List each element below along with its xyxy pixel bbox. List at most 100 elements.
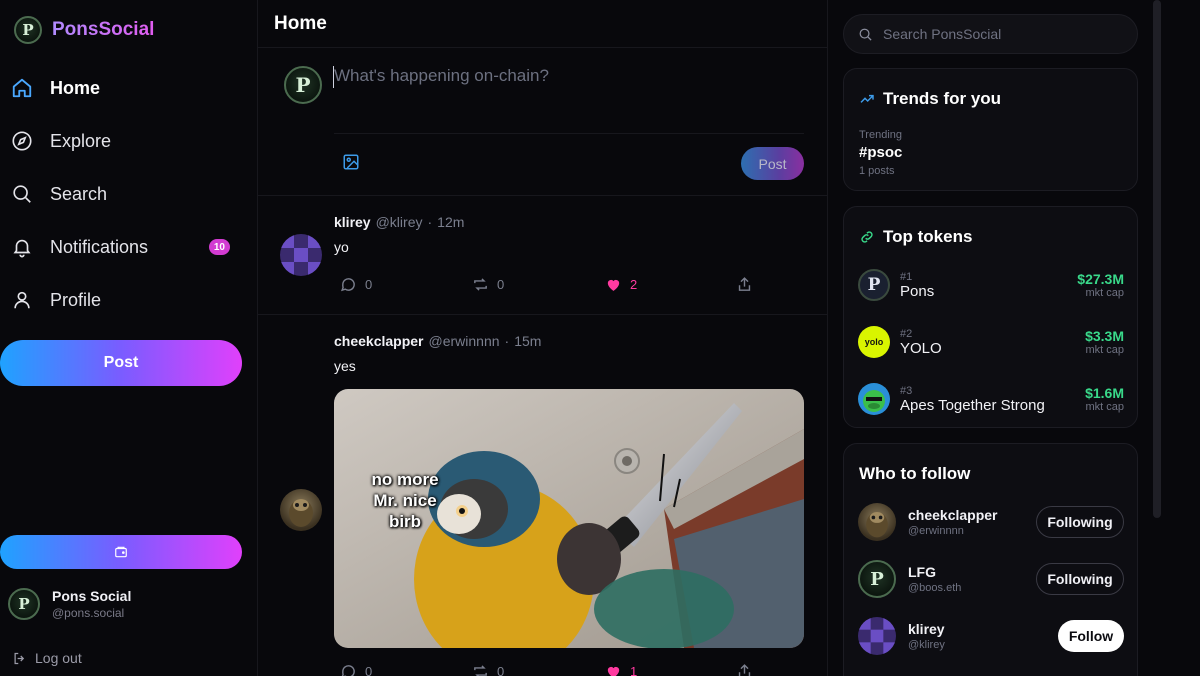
follow-handle: @boos.eth bbox=[908, 582, 962, 594]
nav-label: Explore bbox=[50, 130, 112, 151]
repost-button[interactable]: 0 bbox=[472, 663, 504, 676]
post-time: 15m bbox=[514, 333, 542, 349]
trend-tag: #psoc bbox=[859, 144, 903, 161]
post-card[interactable]: klirey @klirey · 12m yo 0 0 2 bbox=[258, 196, 828, 314]
follow-suggestion[interactable]: P LFG @boos.eth Following bbox=[858, 559, 1124, 599]
dot-separator: · bbox=[504, 333, 510, 349]
link-icon bbox=[859, 229, 875, 245]
header-divider bbox=[258, 47, 828, 48]
share-icon bbox=[736, 663, 753, 676]
user-icon bbox=[10, 288, 34, 312]
post-text: yes bbox=[334, 358, 356, 374]
nav-item-explore[interactable]: Explore bbox=[10, 121, 240, 161]
follow-handle: @klirey bbox=[908, 639, 945, 651]
token-name: YOLO bbox=[900, 339, 942, 357]
share-icon bbox=[736, 276, 753, 293]
token-logo bbox=[858, 383, 890, 415]
trend-item[interactable]: Trending #psoc 1 posts bbox=[859, 129, 902, 177]
token-cap-label: mkt cap bbox=[1085, 344, 1124, 356]
page-title: Home bbox=[274, 13, 327, 34]
search-input[interactable]: Search PonsSocial bbox=[843, 14, 1138, 54]
token-row[interactable]: #3 Apes Together Strong $1.6M mkt cap bbox=[858, 379, 1124, 419]
post-text: yo bbox=[334, 239, 349, 255]
repost-count: 0 bbox=[497, 277, 505, 292]
follow-handle: @erwinnnn bbox=[908, 525, 964, 537]
following-button[interactable]: Following bbox=[1036, 563, 1124, 595]
post-author-name[interactable]: cheekclapper bbox=[334, 333, 424, 349]
nav-item-home[interactable]: Home bbox=[10, 68, 240, 108]
trends-title: Trends for you bbox=[859, 89, 1001, 109]
avatar[interactable] bbox=[280, 489, 322, 531]
reply-count: 0 bbox=[365, 277, 373, 292]
like-button[interactable]: 1 bbox=[605, 663, 637, 676]
avatar: P bbox=[858, 560, 896, 598]
follow-name: LFG bbox=[908, 564, 936, 580]
composer-avatar: P bbox=[284, 66, 322, 104]
heart-icon bbox=[605, 663, 622, 676]
repost-count: 0 bbox=[497, 664, 505, 676]
post-author-handle[interactable]: @erwinnnn bbox=[429, 333, 500, 349]
nav-label: Profile bbox=[50, 289, 102, 310]
follow-suggestion[interactable]: cheekclapper @erwinnnn Following bbox=[858, 502, 1124, 542]
nav-item-profile[interactable]: Profile bbox=[10, 280, 240, 320]
token-rank: #2 bbox=[900, 327, 913, 340]
token-market-cap: $1.6M bbox=[1085, 385, 1124, 401]
scrollbar-thumb[interactable] bbox=[1153, 0, 1161, 518]
image-upload-icon[interactable] bbox=[342, 153, 360, 171]
like-button[interactable]: 2 bbox=[605, 276, 637, 293]
nav-item-notifications[interactable]: Notifications 10 bbox=[10, 227, 240, 267]
token-name: Apes Together Strong bbox=[900, 396, 1045, 414]
repost-button[interactable]: 0 bbox=[472, 276, 504, 293]
token-cap-label: mkt cap bbox=[1085, 287, 1124, 299]
wallet-button[interactable] bbox=[0, 535, 242, 569]
nav-label: Search bbox=[50, 183, 108, 204]
tokens-title: Top tokens bbox=[859, 227, 972, 247]
composer-post-button[interactable]: Post bbox=[741, 147, 804, 180]
main-feed: Home P What's happening on-chain? Post k… bbox=[258, 0, 828, 676]
reply-button[interactable]: 0 bbox=[340, 276, 372, 293]
token-market-cap: $27.3M bbox=[1077, 271, 1124, 287]
top-tokens-card: Top tokens P #1 Pons $27.3M mkt cap yolo… bbox=[843, 206, 1138, 428]
follow-suggestion[interactable]: klirey @klirey Follow bbox=[858, 616, 1124, 656]
follow-name: klirey bbox=[908, 621, 945, 637]
logout-icon bbox=[12, 651, 27, 666]
token-rank: #1 bbox=[900, 270, 913, 283]
bell-icon bbox=[10, 235, 34, 259]
token-logo: yolo bbox=[858, 326, 890, 358]
reply-button[interactable]: 0 bbox=[340, 663, 372, 676]
home-icon bbox=[10, 76, 34, 100]
nav-item-search[interactable]: Search bbox=[10, 174, 240, 214]
share-button[interactable] bbox=[736, 663, 753, 676]
logout-link[interactable]: Log out bbox=[12, 650, 82, 666]
avatar[interactable] bbox=[280, 234, 322, 276]
like-count: 1 bbox=[630, 664, 638, 676]
account-handle: @pons.social bbox=[52, 606, 125, 620]
brand[interactable]: P PonsSocial bbox=[14, 16, 154, 44]
right-sidebar: Search PonsSocial Trends for you Trendin… bbox=[828, 0, 1200, 676]
token-row[interactable]: P #1 Pons $27.3M mkt cap bbox=[858, 265, 1124, 305]
follow-button[interactable]: Follow bbox=[1058, 620, 1124, 652]
left-sidebar: P PonsSocial Home Explore Search Notific… bbox=[0, 0, 258, 676]
heart-icon bbox=[605, 276, 622, 293]
comment-icon bbox=[340, 276, 357, 293]
nav-label: Notifications bbox=[50, 236, 149, 257]
token-row[interactable]: yolo #2 YOLO $3.3M mkt cap bbox=[858, 322, 1124, 362]
notification-count-badge: 10 bbox=[208, 239, 230, 255]
wallet-icon bbox=[114, 545, 128, 559]
post-button[interactable]: Post bbox=[0, 340, 242, 386]
composer-input[interactable]: What's happening on-chain? bbox=[334, 66, 549, 86]
token-cap-label: mkt cap bbox=[1085, 401, 1124, 413]
post-time: 12m bbox=[437, 214, 465, 230]
post-author-name[interactable]: klirey bbox=[334, 214, 371, 230]
who-to-follow-card: Who to follow cheekclapper @erwinnnn Fol… bbox=[843, 443, 1138, 676]
brand-name: PonsSocial bbox=[52, 19, 155, 40]
following-button[interactable]: Following bbox=[1036, 506, 1124, 538]
repost-icon bbox=[472, 663, 489, 676]
search-icon bbox=[10, 182, 34, 206]
share-button[interactable] bbox=[736, 276, 753, 293]
post-image[interactable]: no more Mr. nice birb bbox=[334, 389, 804, 648]
composer-divider bbox=[334, 133, 804, 134]
token-rank: #3 bbox=[900, 384, 913, 397]
post-author-handle[interactable]: @klirey bbox=[376, 214, 423, 230]
account-switcher[interactable]: P Pons Social @pons.social bbox=[8, 588, 131, 620]
